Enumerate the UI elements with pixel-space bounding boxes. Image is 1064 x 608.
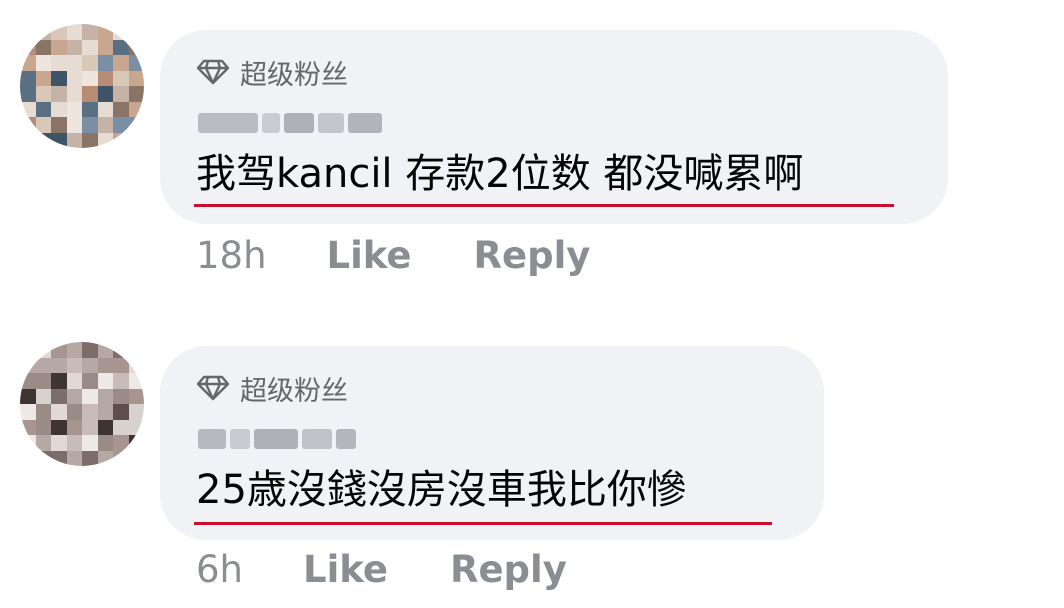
like-button[interactable]: Like — [303, 548, 388, 591]
comment-bubble: 超级粉丝 我驾kancil 存款2位数 都没喊累啊 — [160, 30, 948, 224]
comment-bubble: 超级粉丝 25歳沒錢沒房沒車我比你慘 — [160, 346, 824, 540]
badge-label: 超级粉丝 — [240, 59, 348, 91]
diamond-icon — [196, 59, 230, 85]
avatar[interactable] — [20, 342, 144, 466]
author-name-blurred[interactable] — [198, 422, 356, 456]
top-fan-badge: 超级粉丝 — [196, 368, 348, 408]
top-fan-badge: 超级粉丝 — [196, 52, 348, 92]
reply-button[interactable]: Reply — [450, 548, 567, 591]
comment-text: 我驾kancil 存款2位数 都没喊累啊 — [196, 151, 804, 197]
author-name-blurred[interactable] — [198, 106, 382, 140]
reply-button[interactable]: Reply — [474, 234, 591, 277]
comment-2: 超级粉丝 25歳沒錢沒房沒車我比你慘 6h Like Reply — [0, 318, 1064, 608]
comment-text: 25歳沒錢沒房沒車我比你慘 — [196, 467, 687, 513]
red-underline — [194, 522, 772, 525]
red-underline — [194, 204, 894, 207]
comment-1: 超级粉丝 我驾kancil 存款2位数 都没喊累啊 18h Like Reply — [0, 0, 1064, 300]
badge-label: 超级粉丝 — [240, 375, 348, 407]
diamond-icon — [196, 375, 230, 401]
avatar[interactable] — [20, 24, 144, 148]
comment-actions: 6h Like Reply — [196, 548, 567, 591]
timestamp[interactable]: 18h — [196, 234, 267, 277]
like-button[interactable]: Like — [327, 234, 412, 277]
timestamp[interactable]: 6h — [196, 548, 243, 591]
comment-actions: 18h Like Reply — [196, 234, 590, 277]
